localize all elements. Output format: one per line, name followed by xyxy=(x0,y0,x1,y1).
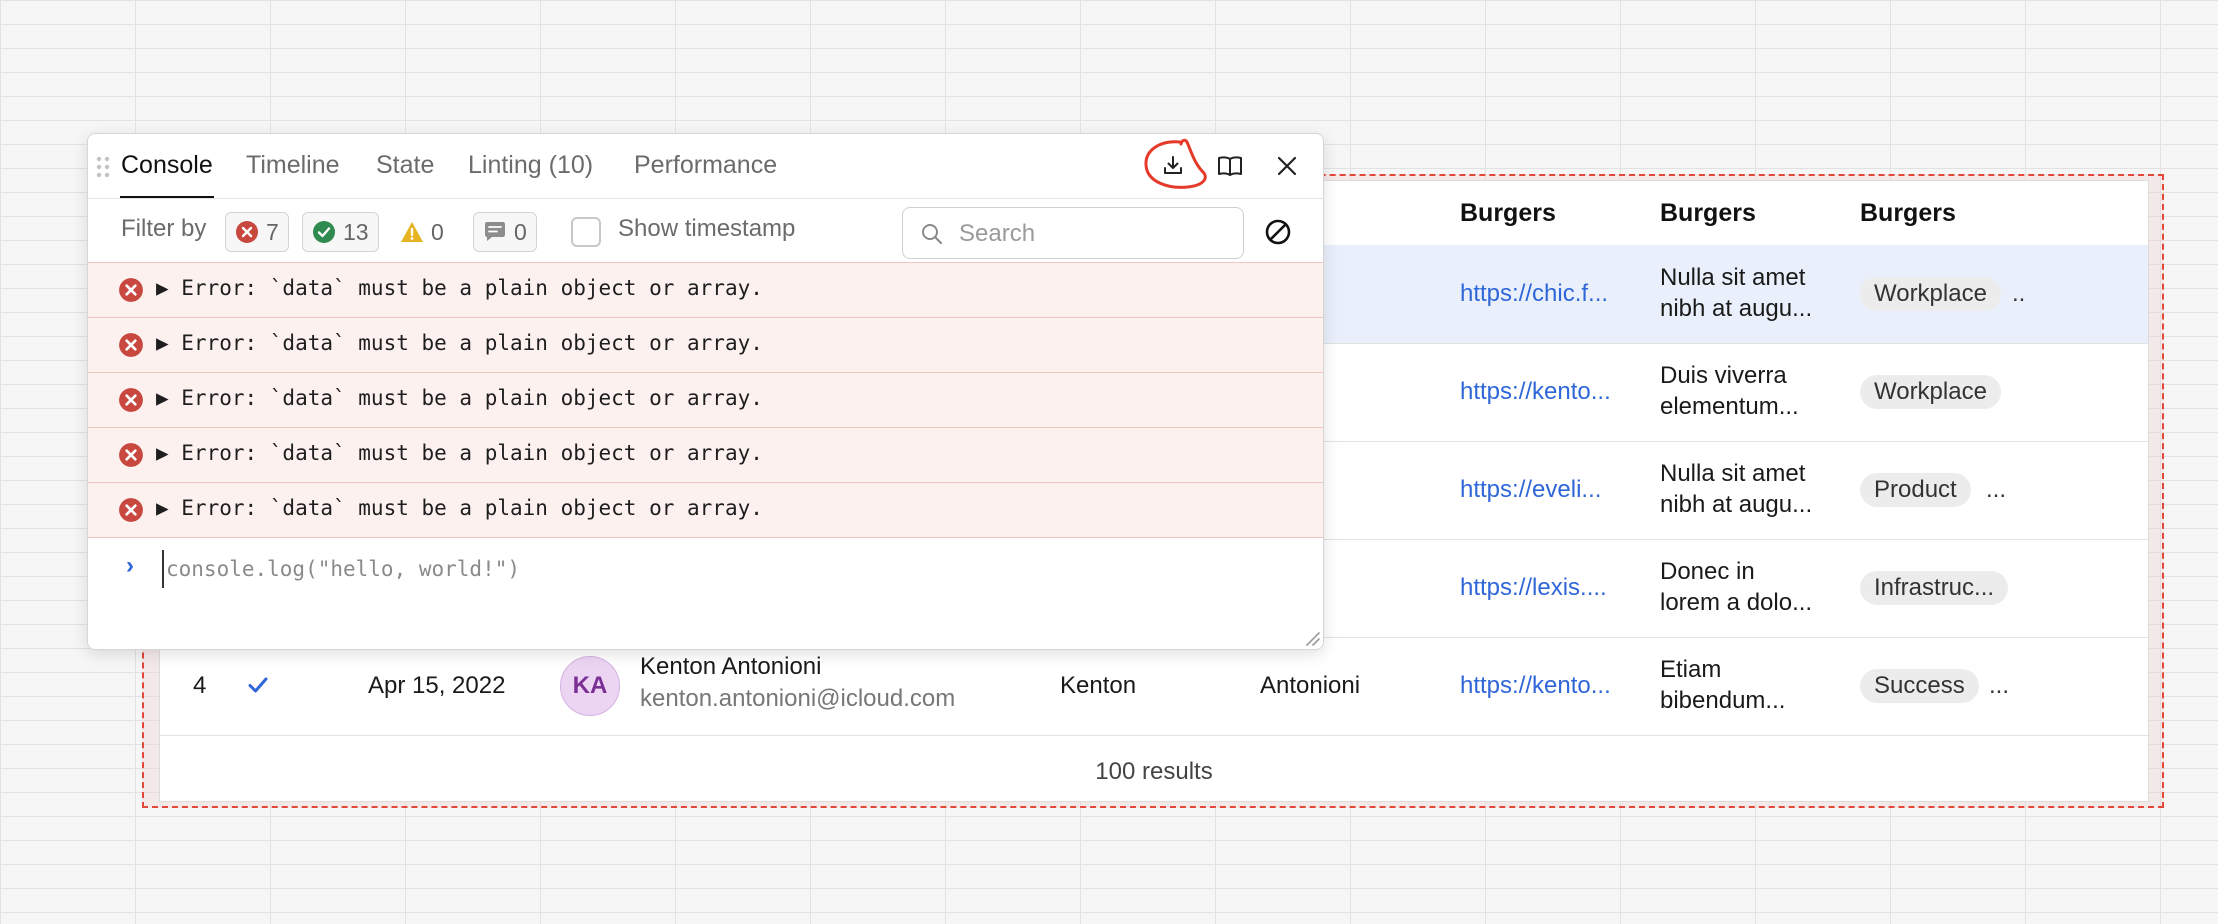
log-entry[interactable]: ▶ Error: `data` must be a plain object o… xyxy=(88,372,1323,427)
table-cell: elementum... xyxy=(1660,393,1799,420)
resize-handle-icon[interactable] xyxy=(1303,629,1321,647)
book-icon xyxy=(1218,156,1242,176)
prompt-chevron: › xyxy=(126,552,134,579)
row-index: 4 xyxy=(193,672,207,699)
success-filter-chip[interactable]: 13 xyxy=(302,212,379,252)
drag-handle-icon[interactable] xyxy=(96,156,110,178)
warning-filter-chip[interactable]: 0 xyxy=(390,212,454,252)
more-tags: ... xyxy=(1989,672,2010,699)
table-cell: Nulla sit amet xyxy=(1660,460,1806,487)
table-cell: nibh at augu... xyxy=(1660,295,1813,322)
message-count: 0 xyxy=(514,218,527,245)
console-tabbar: Console Timeline State Linting (10) Perf… xyxy=(88,134,1323,199)
tag-badge: Infrastruc... xyxy=(1860,571,2009,605)
table-row[interactable]: 4 Apr 15, 2022 KA Kenton Antonioni kento… xyxy=(160,637,2148,736)
log-list: ▶ Error: `data` must be a plain object o… xyxy=(88,262,1323,538)
url-link[interactable]: https://kento... xyxy=(1460,378,1611,406)
table-cell: Etiam xyxy=(1660,656,1722,683)
url-link[interactable]: https://kento... xyxy=(1460,672,1611,700)
error-count: 7 xyxy=(266,218,279,245)
message-filter-chip[interactable]: 0 xyxy=(473,212,537,252)
console-prompt: › xyxy=(88,548,1323,648)
show-timestamp-label: Show timestamp xyxy=(618,215,796,242)
log-entry[interactable]: ▶ Error: `data` must be a plain object o… xyxy=(88,482,1323,538)
log-entry[interactable]: ▶ Error: `data` must be a plain object o… xyxy=(88,317,1323,372)
search-input[interactable] xyxy=(957,216,1231,252)
log-message: ▶ Error: `data` must be a plain object o… xyxy=(156,496,763,520)
table-cell: Duis viverra xyxy=(1660,362,1787,389)
close-icon xyxy=(1277,156,1297,176)
message-icon xyxy=(485,222,505,241)
person-email: kenton.antonioni@icloud.com xyxy=(640,685,956,712)
log-message: ▶ Error: `data` must be a plain object o… xyxy=(156,331,763,355)
url-link[interactable]: https://eveli... xyxy=(1460,476,1601,504)
success-count: 13 xyxy=(343,218,369,245)
results-count: 100 results xyxy=(1095,758,1213,785)
filter-bar: Filter by 7 13 0 0 Show timestamp Search xyxy=(88,198,1323,262)
table-cell: lorem a dolo... xyxy=(1660,589,1813,616)
download-button[interactable] xyxy=(1151,144,1195,188)
error-icon xyxy=(119,333,143,357)
tab-timeline[interactable]: Timeline xyxy=(246,151,340,180)
tab-console[interactable]: Console xyxy=(121,151,213,180)
check-icon xyxy=(248,677,268,693)
tag-badge: Success xyxy=(1860,669,1979,703)
show-timestamp-checkbox[interactable] xyxy=(571,217,601,247)
error-icon xyxy=(236,221,258,243)
log-message: ▶ Error: `data` must be a plain object o… xyxy=(156,276,763,300)
table-cell: Donec in xyxy=(1660,558,1755,585)
tag-badge: Workplace xyxy=(1860,375,2001,409)
avatar: KA xyxy=(560,656,620,716)
table-cell: Nulla sit amet xyxy=(1660,264,1806,291)
error-icon xyxy=(119,443,143,467)
download-icon xyxy=(1164,156,1182,174)
person-name: Kenton Antonioni xyxy=(640,653,822,680)
warning-icon xyxy=(401,222,423,242)
more-tags: .. xyxy=(2012,280,2026,307)
tab-performance[interactable]: Performance xyxy=(634,151,777,180)
column-header[interactable]: Burgers xyxy=(1860,199,1956,228)
clear-icon xyxy=(1265,219,1291,245)
filter-label: Filter by xyxy=(121,215,207,242)
column-header[interactable]: Burgers xyxy=(1660,199,1756,228)
url-link[interactable]: https://chic.f... xyxy=(1460,280,1608,308)
column-header[interactable]: Burgers xyxy=(1460,199,1556,228)
tag-badge: Workplace xyxy=(1860,277,2001,311)
console-panel: Console Timeline State Linting (10) Perf… xyxy=(87,133,1324,650)
url-link[interactable]: https://lexis.... xyxy=(1460,574,1607,602)
warning-count: 0 xyxy=(431,218,444,245)
error-icon xyxy=(119,388,143,412)
clear-console-button[interactable] xyxy=(1260,214,1296,250)
first-name-cell: Kenton xyxy=(1060,672,1137,699)
date-cell: Apr 15, 2022 xyxy=(368,672,506,699)
log-entry[interactable]: ▶ Error: `data` must be a plain object o… xyxy=(88,262,1323,317)
console-input[interactable] xyxy=(162,550,1268,588)
search-icon xyxy=(922,224,942,244)
tab-state[interactable]: State xyxy=(376,151,434,180)
error-icon xyxy=(119,498,143,522)
log-message: ▶ Error: `data` must be a plain object o… xyxy=(156,386,763,410)
docs-button[interactable] xyxy=(1208,144,1252,188)
more-tags: ... xyxy=(1986,476,2007,503)
table-cell: bibendum... xyxy=(1660,687,1786,714)
log-entry[interactable]: ▶ Error: `data` must be a plain object o… xyxy=(88,427,1323,482)
tab-linting[interactable]: Linting (10) xyxy=(468,151,593,180)
check-circle-icon xyxy=(313,221,335,243)
last-name-cell: Antonioni xyxy=(1260,672,1361,699)
error-filter-chip[interactable]: 7 xyxy=(225,212,289,252)
close-button[interactable] xyxy=(1265,144,1309,188)
log-message: ▶ Error: `data` must be a plain object o… xyxy=(156,441,763,465)
table-cell: nibh at augu... xyxy=(1660,491,1813,518)
tag-badge: Product xyxy=(1860,473,1971,507)
search-box[interactable] xyxy=(902,207,1244,259)
error-icon xyxy=(119,278,143,302)
